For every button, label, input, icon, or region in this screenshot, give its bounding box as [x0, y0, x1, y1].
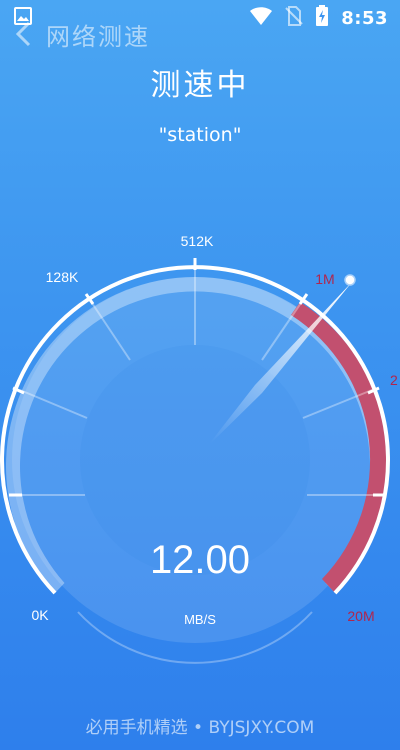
- tick-label-1m: 1M: [315, 271, 334, 287]
- speed-gauge: 0K 128K 512K 1M 2 20M ·: [0, 233, 398, 664]
- app-header: 网络测速: [0, 14, 220, 54]
- tick-label-2: 2: [390, 372, 398, 388]
- gauge-needle-tip: [344, 274, 356, 286]
- page-title: 测速中: [150, 68, 250, 103]
- battery-charging-icon: [315, 5, 329, 31]
- footer-watermark: 必用手机精选 • BYJSJXY.COM: [85, 718, 315, 738]
- network-name: "station": [158, 124, 242, 146]
- chevron-left-icon[interactable]: [14, 21, 34, 47]
- tick-label-left-clipped: ·: [0, 372, 2, 388]
- tick-label-128k: 128K: [46, 269, 79, 285]
- status-icons: 8:53: [249, 5, 388, 31]
- status-time: 8:53: [341, 7, 388, 29]
- wifi-icon: [249, 6, 273, 30]
- tick-label-512k: 512K: [181, 233, 214, 249]
- speed-value: 12.00: [149, 538, 251, 582]
- header-title: 网络测速: [46, 22, 150, 51]
- speed-unit: MB/S: [184, 612, 216, 627]
- no-sim-icon: [285, 6, 303, 30]
